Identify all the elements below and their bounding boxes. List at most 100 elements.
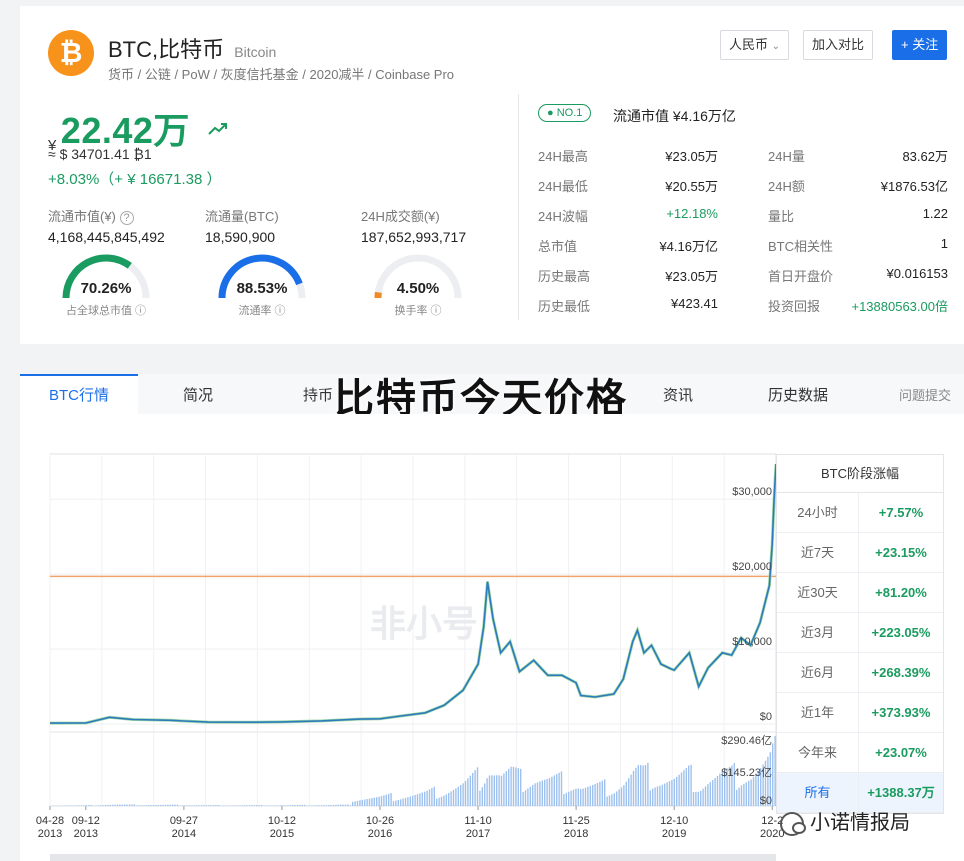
- tab-news[interactable]: 资讯: [618, 374, 738, 414]
- volume-bar: [114, 804, 116, 806]
- range-scrollbar[interactable]: [50, 854, 776, 861]
- volume-bar: [416, 794, 419, 806]
- volume-bar: [112, 804, 114, 806]
- volume-bar: [366, 799, 368, 806]
- volume-bar: [460, 784, 462, 806]
- circulating-supply-value: 18,590,900: [205, 229, 276, 245]
- volume-bar: [131, 804, 133, 806]
- volume-bar: [584, 787, 587, 806]
- performance-row[interactable]: 近3月 +223.05%: [777, 613, 943, 653]
- volume-bar: [601, 780, 603, 806]
- volume-bar: [258, 805, 260, 806]
- price-chart-panel: 非小号 $30,000 $20,000 $10,000 $0 $290.46亿 $145.2…: [20, 414, 964, 861]
- volume-bar: [292, 805, 294, 806]
- volume-bar: [109, 804, 111, 806]
- performance-row[interactable]: 近30天 +81.20%: [777, 573, 943, 613]
- stat-value: 1: [940, 236, 948, 251]
- volume-bar: [162, 804, 164, 806]
- volume-bar: [407, 797, 409, 806]
- volume-bar: [551, 776, 553, 806]
- volume-bar: [409, 796, 411, 806]
- stat-value: 83.62万: [902, 149, 948, 164]
- performance-rows: 24小时 +7.57% 近7天 +23.15% 近30天 +81.20% 近3月 +223.0…: [777, 493, 943, 813]
- volume-bar: [152, 805, 155, 806]
- volume-bar: [712, 780, 714, 806]
- gauge-turnover-rate: 4.50% 换手率 ⓘ: [370, 250, 466, 317]
- volume-tick-label: $290.46亿: [721, 734, 772, 747]
- volume-bar: [676, 776, 678, 806]
- volume-bar: [424, 791, 426, 806]
- performance-value: +223.05%: [871, 625, 931, 640]
- tab-overview[interactable]: 简况: [138, 374, 258, 414]
- help-icon[interactable]: ⓘ: [431, 305, 442, 317]
- volume-bar: [632, 770, 635, 806]
- tab-history[interactable]: 历史数据: [738, 374, 858, 414]
- x-tick-year: 2015: [270, 828, 294, 840]
- volume-bar: [80, 805, 83, 806]
- performance-row[interactable]: 24小时 +7.57%: [777, 493, 943, 533]
- volume-bar: [234, 805, 236, 806]
- coin-tags[interactable]: 货币 / 公链 / PoW / 灰度信托基金 / 2020减半 / Coinba…: [108, 64, 454, 83]
- volume-bar: [707, 784, 709, 806]
- volume-bar: [544, 779, 546, 806]
- volume-bar: [212, 805, 215, 806]
- volume-bar: [647, 762, 649, 806]
- volume-bar: [191, 805, 193, 806]
- volume-bar: [611, 794, 613, 806]
- help-icon[interactable]: ?: [119, 211, 134, 225]
- volume-bar: [428, 789, 431, 806]
- x-tick-date: 12-10: [660, 815, 688, 827]
- tab-btc-market[interactable]: BTC行情: [20, 374, 138, 414]
- volume-bar: [524, 790, 527, 806]
- help-icon[interactable]: ⓘ: [275, 305, 286, 317]
- volume-bar: [392, 801, 395, 806]
- help-icon[interactable]: ⓘ: [135, 305, 146, 317]
- volume-bar: [659, 785, 661, 806]
- volume-bar: [107, 804, 109, 806]
- volume-bar: [356, 800, 359, 806]
- volume-bar: [666, 782, 668, 806]
- volume-bar: [390, 793, 392, 806]
- stat-value: ¥23.05万: [665, 269, 718, 284]
- volume-bar: [520, 768, 522, 806]
- volume-bar: [467, 778, 469, 806]
- volume-bar: [421, 792, 423, 806]
- volume-bar: [745, 782, 747, 806]
- performance-row[interactable]: 近7天 +23.15%: [777, 533, 943, 573]
- volume-bar: [577, 788, 579, 806]
- volume-bar: [529, 786, 531, 806]
- gauge-global-share: 70.26% 占全球总市值 ⓘ: [58, 250, 154, 317]
- price-tick-label: $0: [760, 711, 772, 723]
- circulating-mcap-summary: 流通市值 ¥4.16万亿: [613, 108, 736, 124]
- volume-bar: [685, 767, 687, 806]
- follow-button[interactable]: + 关注: [892, 30, 948, 60]
- currency-select[interactable]: 人民币 ⌄: [720, 30, 790, 60]
- gauge-caption-text: 占全球总市值: [65, 305, 132, 317]
- gauge-percent: 88.53%: [236, 280, 288, 297]
- volume-bar: [752, 776, 755, 806]
- bitcoin-logo-icon: ₿: [48, 30, 94, 76]
- volume-bar: [361, 799, 363, 806]
- add-compare-button[interactable]: 加入对比: [803, 30, 874, 60]
- performance-row[interactable]: 今年来 +23.07%: [777, 733, 943, 773]
- stat-value: +13880563.00倍: [851, 299, 948, 314]
- volume-bar: [124, 804, 126, 806]
- tab-feedback[interactable]: 问题提交: [886, 374, 964, 414]
- performance-row[interactable]: 近6月 +268.39%: [777, 653, 943, 693]
- gauge-caption: 占全球总市值 ⓘ: [48, 302, 164, 318]
- volume-bar: [160, 804, 162, 806]
- performance-value: +81.20%: [875, 585, 927, 600]
- volume-bar: [294, 805, 296, 806]
- x-tick-year: 2019: [662, 828, 686, 840]
- performance-row[interactable]: 近1年 +373.93%: [777, 693, 943, 733]
- volume-bar: [625, 781, 627, 806]
- x-tick-year: 2013: [74, 828, 98, 840]
- volume-bar: [320, 805, 323, 806]
- volume-bar: [606, 796, 608, 806]
- stat-label: 总市值: [538, 239, 578, 254]
- x-tick-date: 10-26: [366, 815, 394, 827]
- volume-bar: [474, 770, 476, 806]
- volume-bar: [412, 795, 414, 806]
- volume-bar: [565, 792, 567, 806]
- volume-bar: [582, 788, 584, 806]
